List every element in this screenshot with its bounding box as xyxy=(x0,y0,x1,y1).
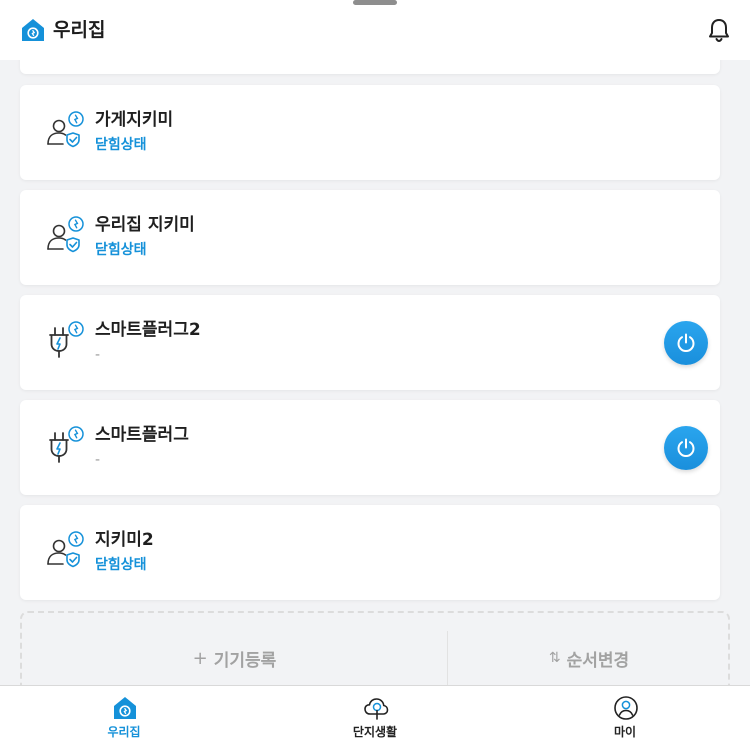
device-card[interactable]: 지키미2 닫힘상태 xyxy=(20,505,720,600)
power-button[interactable] xyxy=(664,426,708,470)
community-icon xyxy=(364,698,389,720)
plus-icon: + xyxy=(192,647,208,669)
device-name: 가게지키미 xyxy=(95,110,174,130)
bottom-nav: 우리집 단지생활 마이 xyxy=(0,685,750,750)
device-status: - xyxy=(95,347,101,363)
device-card[interactable]: 가게지키미 닫힘상태 xyxy=(20,85,720,180)
app-header: 우리집 xyxy=(0,0,750,60)
nav-item-home[interactable]: 우리집 xyxy=(64,686,184,750)
device-card[interactable]: 우리집 지키미 닫힘상태 xyxy=(20,190,720,285)
nav-item-community[interactable]: 단지생활 xyxy=(315,686,435,750)
device-status: - xyxy=(95,452,101,468)
security-user-icon xyxy=(47,111,84,148)
home-icon xyxy=(114,697,136,719)
security-user-icon xyxy=(47,216,84,253)
device-name: 스마트플러그 xyxy=(95,425,189,445)
bell-icon[interactable] xyxy=(707,17,731,43)
smart-plug-icon xyxy=(49,426,84,463)
home-logo-icon xyxy=(22,19,44,41)
power-icon xyxy=(677,333,695,352)
device-status: 닫힘상태 xyxy=(95,557,147,573)
reorder-label: 순서변경 xyxy=(566,650,630,671)
power-button[interactable] xyxy=(664,321,708,365)
nav-item-my[interactable]: 마이 xyxy=(565,686,685,750)
nav-label: 우리집 xyxy=(107,725,141,739)
nav-label: 단지생활 xyxy=(352,725,398,739)
smart-plug-icon xyxy=(49,321,84,358)
home-title[interactable]: 우리집 xyxy=(53,16,105,44)
drag-handle[interactable] xyxy=(353,0,397,5)
profile-icon xyxy=(614,696,638,720)
device-name: 스마트플러그2 xyxy=(95,320,201,340)
sort-icon: ⇅ xyxy=(548,650,561,666)
device-status: 닫힘상태 xyxy=(95,242,147,258)
security-user-icon xyxy=(47,531,84,568)
device-name: 우리집 지키미 xyxy=(95,215,195,235)
device-name: 지키미2 xyxy=(95,530,154,550)
device-card[interactable]: 스마트플러그2 - xyxy=(20,295,720,390)
device-card[interactable]: 스마트플러그 - xyxy=(20,400,720,495)
device-status: 닫힘상태 xyxy=(95,137,147,153)
add-device-label: 기기등록 xyxy=(213,650,277,671)
power-icon xyxy=(677,438,695,457)
nav-label: 마이 xyxy=(613,725,637,739)
